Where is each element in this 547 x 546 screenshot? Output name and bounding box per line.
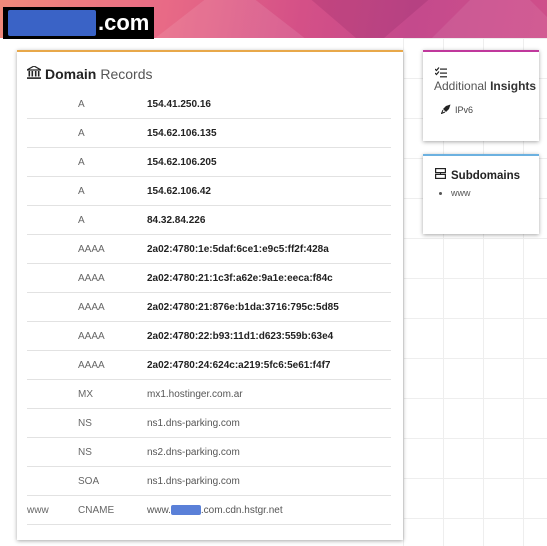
additional-insights-card: Additional Insights IPv6 bbox=[423, 50, 539, 141]
cname-prefix: www. bbox=[147, 504, 171, 516]
insight-item-label: IPv6 bbox=[455, 105, 474, 115]
table-row: AAAA 2a02:4780:21:1c3f:a62e:9a1e:eeca:f84… bbox=[27, 264, 391, 293]
record-type: NS bbox=[78, 446, 92, 458]
insights-card-title: Additional Insights bbox=[434, 79, 536, 93]
subdomains-card-title: Subdomains bbox=[435, 168, 520, 183]
record-value: ns1.dns-parking.com bbox=[147, 475, 240, 487]
cname-suffix: .com.cdn.hstgr.net bbox=[200, 504, 283, 516]
subdomains-card: Subdomains www bbox=[423, 154, 539, 234]
table-row: A 154.62.106.205 bbox=[27, 148, 391, 177]
list-item[interactable]: www bbox=[451, 188, 471, 198]
domain-tld: .com bbox=[98, 10, 150, 35]
domain-name-badge: .com bbox=[3, 7, 154, 39]
domain-records-card: Domain Records A 154.41.250.16 A 154.62.106… bbox=[17, 50, 403, 540]
record-value: 2a02:4780:22:b93:11d1:d623:559b:63e4 bbox=[147, 330, 334, 342]
table-row: A 84.32.84.226 bbox=[27, 206, 391, 235]
bank-icon bbox=[24, 65, 44, 82]
record-value: ns1.dns-parking.com bbox=[147, 417, 240, 429]
record-type: CNAME bbox=[78, 504, 115, 516]
table-row: A 154.41.250.16 bbox=[27, 90, 391, 119]
record-value: 2a02:4780:21:1c3f:a62e:9a1e:eeca:f84c bbox=[147, 272, 333, 284]
records-card-title: Domain Records bbox=[24, 65, 153, 82]
record-type: AAAA bbox=[78, 272, 105, 284]
insights-title-bold: Insights bbox=[490, 79, 537, 93]
subdomains-list: www bbox=[423, 188, 471, 198]
table-row: NS ns2.dns-parking.com bbox=[27, 438, 391, 467]
record-value: 154.62.106.42 bbox=[147, 185, 211, 197]
record-value: www. .com.cdn.hstgr.net bbox=[147, 505, 283, 516]
record-value: 154.41.250.16 bbox=[147, 98, 211, 110]
record-type: AAAA bbox=[78, 359, 105, 371]
table-row: www CNAME www. .com.cdn.hstgr.net bbox=[27, 496, 391, 525]
table-row: NS ns1.dns-parking.com bbox=[27, 409, 391, 438]
records-title-bold: Domain bbox=[45, 66, 97, 82]
record-value: 154.62.106.205 bbox=[147, 156, 217, 168]
record-value: mx1.hostinger.com.ar bbox=[147, 388, 243, 400]
insights-title-light: Additional bbox=[434, 79, 487, 93]
record-type: A bbox=[78, 214, 85, 226]
table-row: A 154.62.106.42 bbox=[27, 177, 391, 206]
record-value: 2a02:4780:24:624c:a219:5fc6:5e61:f4f7 bbox=[147, 359, 331, 371]
record-type: SOA bbox=[78, 475, 100, 487]
record-type: AAAA bbox=[78, 330, 105, 342]
record-value: ns2.dns-parking.com bbox=[147, 446, 240, 458]
record-type: NS bbox=[78, 417, 92, 429]
records-title-light: Records bbox=[100, 66, 153, 82]
redacted-domain bbox=[8, 10, 96, 36]
rocket-icon bbox=[440, 104, 451, 116]
table-row: MX mx1.hostinger.com.ar bbox=[27, 380, 391, 409]
record-value: 2a02:4780:21:876e:b1da:3716:795c:5d85 bbox=[147, 301, 339, 313]
server-icon bbox=[435, 168, 447, 183]
table-row: AAAA 2a02:4780:21:876e:b1da:3716:795c:5d8… bbox=[27, 293, 391, 322]
record-value: 154.62.106.135 bbox=[147, 127, 217, 139]
subdomains-title: Subdomains bbox=[451, 169, 521, 182]
table-row: AAAA 2a02:4780:22:b93:11d1:d623:559b:63e4 bbox=[27, 322, 391, 351]
redacted-text bbox=[170, 504, 201, 515]
record-type: AAAA bbox=[78, 243, 105, 255]
record-type: A bbox=[78, 156, 85, 168]
table-row: SOA ns1.dns-parking.com bbox=[27, 467, 391, 496]
record-value: 84.32.84.226 bbox=[147, 214, 206, 226]
records-table: A 154.41.250.16 A 154.62.106.135 A 154.62.106… bbox=[27, 90, 391, 525]
record-type: AAAA bbox=[78, 301, 105, 313]
table-row: A 154.62.106.135 bbox=[27, 119, 391, 148]
record-type: A bbox=[78, 185, 85, 197]
table-row: AAAA 2a02:4780:24:624c:a219:5fc6:5e61:f4f… bbox=[27, 351, 391, 380]
table-row: AAAA 2a02:4780:1e:5daf:6ce1:e9c5:ff2f:428… bbox=[27, 235, 391, 264]
record-type: A bbox=[78, 98, 85, 110]
record-host: www bbox=[27, 504, 49, 516]
record-type: A bbox=[78, 127, 85, 139]
insight-item-ipv6: IPv6 bbox=[440, 104, 474, 116]
record-type: MX bbox=[78, 388, 93, 400]
record-value: 2a02:4780:1e:5daf:6ce1:e9c5:ff2f:428a bbox=[147, 243, 329, 255]
